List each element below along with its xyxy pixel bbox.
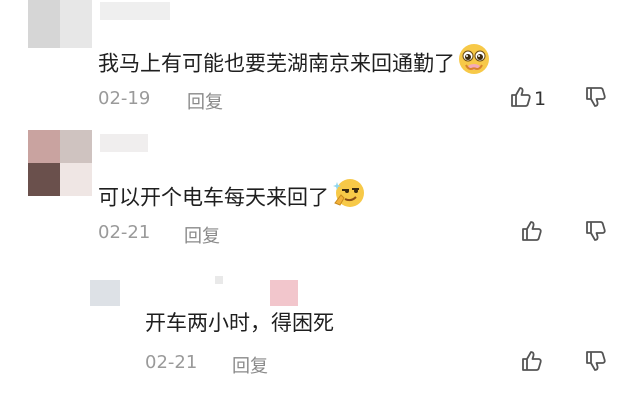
reply-button[interactable]: 回复 xyxy=(184,222,220,248)
reply-button[interactable]: 回复 xyxy=(232,352,268,378)
thumbs-up-icon xyxy=(521,220,543,246)
username-blur xyxy=(215,276,223,284)
comment-text: 开车两小时，得困死 xyxy=(145,311,334,335)
pleading-face-icon xyxy=(457,42,491,83)
comment-thread: 我马上有可能也要芜湖南京来回通勤了 02-19 回复 1 可以开个电车每天来回了… xyxy=(0,0,640,400)
dislike-button[interactable] xyxy=(585,350,607,376)
comment-item: 可以开个电车每天来回了 02-21 回复 xyxy=(0,130,640,272)
thumbs-down-icon xyxy=(585,220,607,246)
dislike-button[interactable] xyxy=(585,86,607,112)
like-button[interactable]: 1 xyxy=(510,86,546,112)
reply-button[interactable]: 回复 xyxy=(187,88,223,114)
comment-text: 我马上有可能也要芜湖南京来回通勤了 xyxy=(98,44,491,85)
comment-text: 可以开个电车每天来回了 xyxy=(98,178,365,219)
comment-date: 02-21 xyxy=(98,222,151,243)
avatar[interactable] xyxy=(28,130,92,196)
username[interactable] xyxy=(270,280,298,306)
like-button[interactable] xyxy=(521,350,543,376)
username[interactable] xyxy=(100,2,170,20)
thumbs-up-icon xyxy=(521,350,543,376)
thumbs-up-icon xyxy=(510,86,532,112)
avatar[interactable] xyxy=(90,280,120,306)
thumbs-down-icon xyxy=(585,86,607,112)
comment-date: 02-21 xyxy=(145,352,198,373)
reply-item: 开车两小时，得困死 02-21 回复 xyxy=(0,272,640,400)
username[interactable] xyxy=(100,134,148,152)
thumbs-down-icon xyxy=(585,350,607,376)
smug-face-icon xyxy=(331,176,365,217)
comment-date: 02-19 xyxy=(98,88,151,109)
like-count: 1 xyxy=(534,88,547,110)
dislike-button[interactable] xyxy=(585,220,607,246)
comment-item: 我马上有可能也要芜湖南京来回通勤了 02-19 回复 1 xyxy=(0,0,640,130)
avatar[interactable] xyxy=(28,0,92,48)
like-button[interactable] xyxy=(521,220,543,246)
